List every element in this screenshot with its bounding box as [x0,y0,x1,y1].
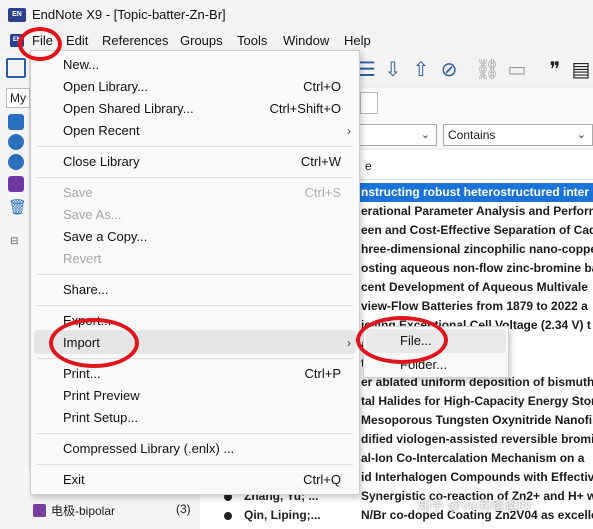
menu-separator [37,433,353,434]
menu-compressed-library[interactable]: Compressed Library (.enlx) ... [63,441,234,456]
submenu-import-folder[interactable]: Folder... [400,357,447,372]
format-bibliography-icon[interactable]: ▤ [569,58,593,82]
menu-print-preview[interactable]: Print Preview [63,388,140,403]
menu-exit[interactable]: Exit [63,472,85,487]
file-item-highlight [366,329,506,353]
menu-share[interactable]: Share... [63,282,109,297]
reference-title: hree-dimensional zincophilic nano-coppe [361,242,593,256]
group-icon[interactable] [8,176,24,192]
menu-open-shared-library[interactable]: Open Shared Library... [63,101,194,116]
field-select[interactable]: ⌄ [355,124,437,146]
reference-title: dified viologen-assisted reversible brom… [361,432,593,446]
reference-title: Mesoporous Tungsten Oxynitride Nanofib [361,413,593,427]
left-sidebar: My 🗑 ⊟ ⊟ [0,52,30,529]
endnote-app-icon: EN [8,8,26,22]
operator-select[interactable]: Contains ⌄ [443,124,593,146]
menu-separator [37,274,353,275]
menu-window[interactable]: Window [281,32,331,49]
shortcut-open-library: Ctrl+O [303,79,341,94]
reference-title: tal Halides for High-Capacity Energy Sto… [361,394,593,408]
all-references-icon[interactable] [8,114,24,130]
menu-tools[interactable]: Tools [235,32,269,49]
menu-new[interactable]: New... [63,57,99,72]
upload-icon[interactable]: ⇧ [409,58,433,82]
search-filter-row: ⌄ Contains ⌄ [355,122,593,148]
download-icon[interactable]: ⇩ [381,58,405,82]
menu-save-a-copy[interactable]: Save a Copy... [63,229,147,244]
menu-edit[interactable]: Edit [64,32,90,49]
group-item[interactable]: 电极-bipolar [33,502,115,519]
shortcut-close-library: Ctrl+W [300,154,341,169]
menu-separator [37,358,353,359]
title-column-label: e [365,159,372,173]
menu-help[interactable]: Help [342,32,373,49]
reference-title: een and Cost-Effective Separation of Cad [361,223,593,237]
shortcut-exit: Ctrl+Q [303,472,341,487]
shortcut-open-shared: Ctrl+Shift+O [269,101,341,116]
chevron-down-icon: ⌄ [420,129,430,141]
reference-title: osting aqueous non-flow zinc-bromine ba [361,261,593,275]
menu-export[interactable]: Export... [63,313,111,328]
find-fulltext-icon[interactable]: ⊘ [437,58,461,82]
import-submenu: File... Folder... [363,326,509,378]
reference-row[interactable]: A High-Performance Dual-Salt Electr [200,525,593,529]
menu-references[interactable]: References [100,32,170,49]
menu-print[interactable]: Print... [63,366,101,381]
group-folder-icon [33,504,46,517]
library-doc-icon[interactable]: EN [10,34,24,47]
window-title: EndNote X9 - [Topic-batter-Zn-Br] [32,7,226,22]
folder-icon[interactable]: ▭ [505,58,529,82]
collapse-toggle-icon[interactable]: ⊟ [10,236,18,247]
menu-separator [37,464,353,465]
menu-separator [37,146,353,147]
read-status-dot-icon [224,512,232,520]
menu-open-recent[interactable]: Open Recent [63,123,140,138]
menu-open-library[interactable]: Open Library... [63,79,148,94]
recent-icon[interactable] [8,154,24,170]
submenu-arrow-icon: › [347,124,351,138]
submenu-arrow-icon: › [347,336,351,350]
reference-title: view-Flow Batteries from 1879 to 2022 a [361,299,588,313]
menu-revert[interactable]: Revert [63,251,101,266]
shortcut-save: Ctrl+S [304,185,341,200]
reference-title: cent Development of Aqueous Multivale [361,280,588,294]
submenu-import-file[interactable]: File... [400,333,432,348]
reference-row[interactable]: Qin, Liping;... N/Br co-doped Coating Zn2… [200,506,593,525]
reference-title: nstructing robust heterostructured inter [361,185,590,199]
toolbar: ☰ ⇩ ⇧ ⊘ ⛓ ▭ ❞ ▤ [355,52,593,86]
search-row [355,88,593,122]
trash-icon[interactable]: 🗑 [8,200,27,216]
menu-import[interactable]: Import [63,335,100,350]
library-window-icon[interactable] [6,58,26,78]
menu-print-setup[interactable]: Print Setup... [63,410,138,425]
watermark-text: 知乎 @Vic和爸爸的 [418,498,531,513]
menu-close-library[interactable]: Close Library [63,154,140,169]
menu-save-as[interactable]: Save As... [63,207,122,222]
reference-column-header[interactable]: e [355,150,593,180]
menu-separator [37,305,353,306]
file-menu: New... Open Library... Ctrl+O Open Share… [30,50,360,495]
menu-separator [37,177,353,178]
reference-title: erational Parameter Analysis and Perform [361,204,593,218]
library-tab[interactable]: My [6,88,30,108]
operator-value: Contains [448,128,496,142]
link-icon[interactable]: ⛓ [475,58,500,82]
menu-file[interactable]: File [30,32,55,49]
menu-groups[interactable]: Groups [178,32,225,49]
shortcut-print: Ctrl+P [304,366,341,381]
menu-bar: EN File Edit References Groups Tools Win… [0,30,593,52]
reference-author: Qin, Liping;... [244,508,321,522]
chevron-down-icon: ⌄ [576,129,586,141]
insert-citation-icon[interactable]: ❞ [543,58,567,82]
title-bar: EN EndNote X9 - [Topic-batter-Zn-Br] [0,0,593,30]
reference-title: al-Ion Co-Intercalation Mechanism on a [361,451,585,465]
reference-title: id Interhalogen Compounds with Effectiv [361,470,593,484]
search-field[interactable] [360,92,378,114]
group-count: (3) [176,502,191,516]
sync-icon[interactable] [8,134,24,150]
group-label: 电极-bipolar [51,504,116,518]
menu-save[interactable]: Save [63,185,93,200]
